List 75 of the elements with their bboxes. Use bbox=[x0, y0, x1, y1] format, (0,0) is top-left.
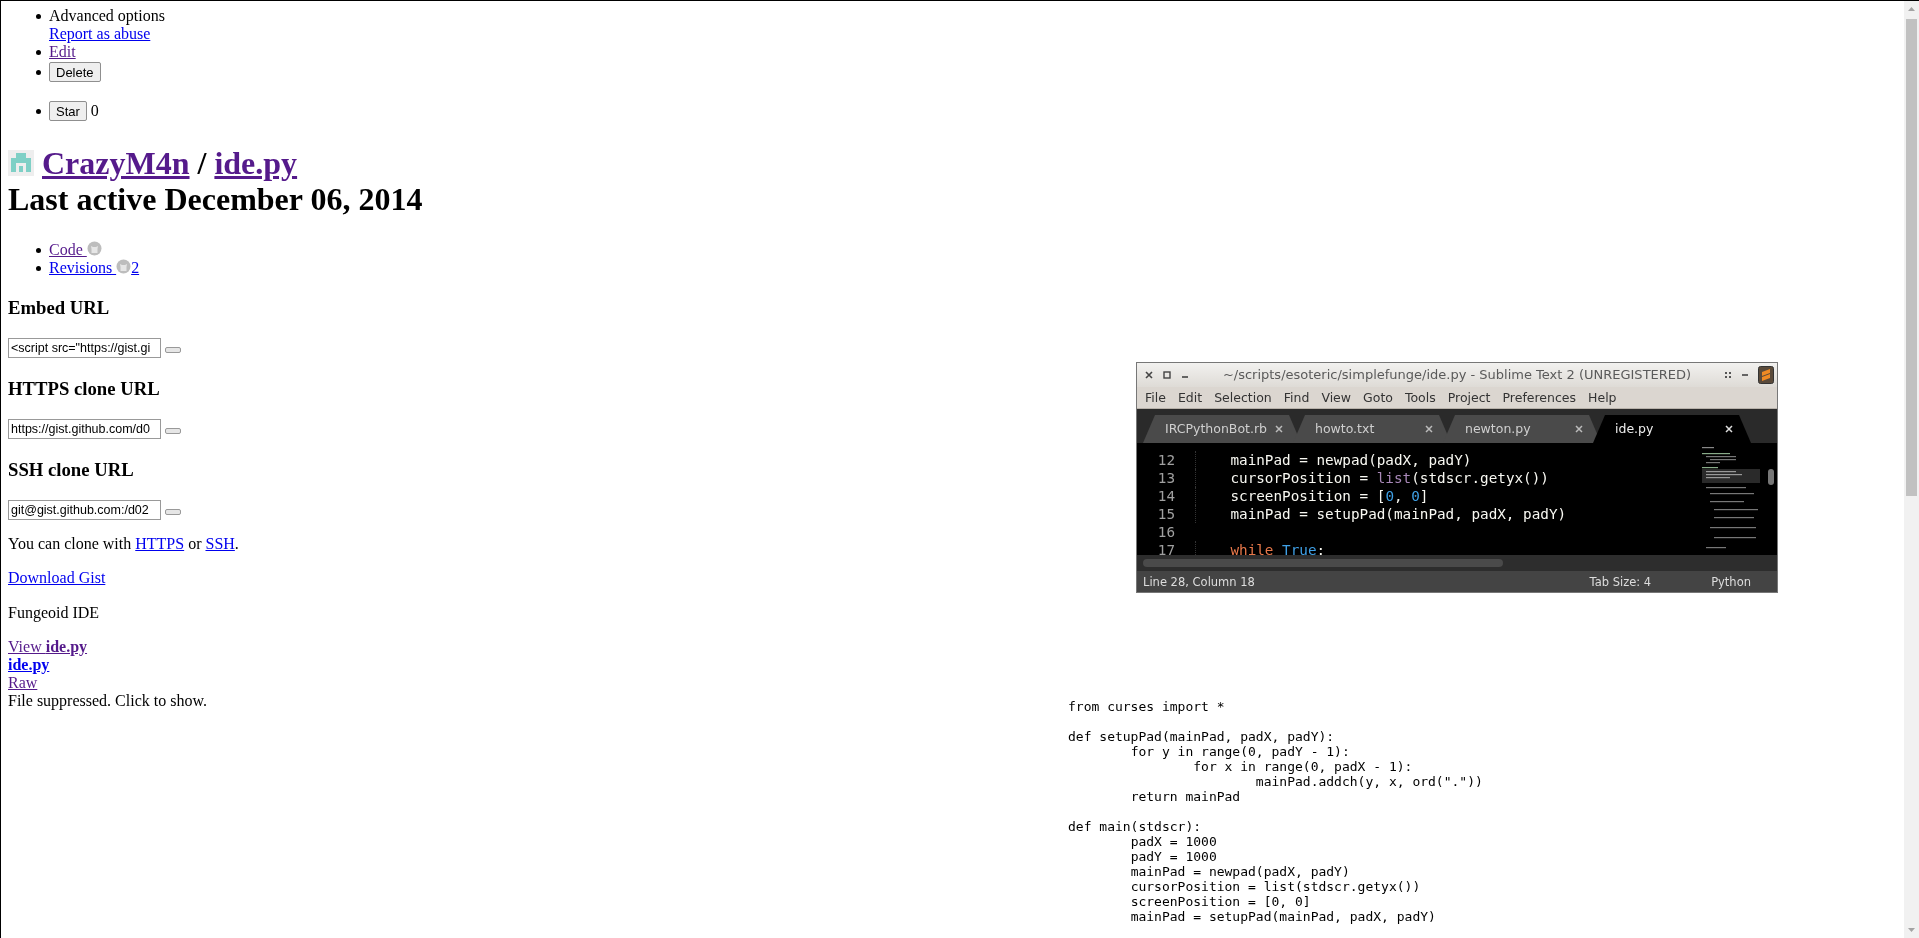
menu-item[interactable]: Find bbox=[1277, 388, 1316, 407]
input-field[interactable]: git@gist.github.com:/d02 bbox=[8, 500, 161, 520]
last-active-heading: Last active December 06, 2014 bbox=[8, 181, 424, 217]
menu-item[interactable]: Help bbox=[1582, 388, 1623, 407]
raw-link[interactable]: Raw bbox=[8, 674, 38, 692]
view-file-link[interactable]: View ide.py bbox=[8, 638, 88, 656]
code-line: cursorPosition = list(stdscr.getyx()) bbox=[1195, 469, 1549, 487]
bullet-icon bbox=[36, 14, 41, 19]
section-heading: SSH clone URL bbox=[8, 459, 134, 481]
edit-link[interactable]: Edit bbox=[49, 43, 76, 61]
copy-button[interactable] bbox=[165, 347, 181, 353]
nav-link[interactable]: Revisions 2 bbox=[49, 259, 140, 277]
menu-item[interactable]: File bbox=[1139, 388, 1172, 407]
file-name-link[interactable]: ide.py bbox=[8, 656, 50, 674]
line-number: 12 bbox=[1156, 451, 1175, 469]
owner-link[interactable]: CrazyM4n bbox=[42, 145, 190, 181]
bullet-icon bbox=[36, 50, 41, 55]
advanced-options-label: Advanced options bbox=[49, 7, 165, 24]
maximize-icon bbox=[1162, 370, 1172, 380]
file-title-link[interactable]: ide.py bbox=[214, 145, 298, 181]
close-icon bbox=[1425, 425, 1433, 433]
copy-button[interactable] bbox=[165, 509, 181, 515]
menu-item[interactable]: Project bbox=[1441, 388, 1497, 407]
clone-protocol-link[interactable]: SSH bbox=[205, 535, 235, 552]
clone-protocol-link[interactable]: HTTPS bbox=[135, 535, 185, 552]
line-number: 13 bbox=[1156, 469, 1175, 487]
input-field[interactable]: https://gist.github.com/d0 bbox=[8, 419, 161, 439]
window-title: ~/scripts/esoteric/simplefunge/ide.py - Sublime Text 2 (UNREGISTERED) bbox=[1221, 366, 1693, 384]
star-count: 0 bbox=[90, 101, 99, 121]
section-heading: Embed URL bbox=[8, 297, 110, 319]
cursor-position: Line 28, Column 18 bbox=[1143, 573, 1255, 591]
scrollbar[interactable] bbox=[1904, 1, 1919, 938]
scrollbar[interactable] bbox=[1143, 559, 1503, 567]
close-icon bbox=[1725, 425, 1733, 433]
nav-link[interactable]: Code bbox=[49, 241, 102, 259]
code-line: screenPosition = [0, 0] bbox=[1195, 487, 1429, 505]
line-number: 17 bbox=[1156, 541, 1175, 555]
close-icon bbox=[1575, 425, 1583, 433]
editor-tab[interactable]: ide.py bbox=[1593, 415, 1751, 443]
delete-button[interactable]: Delete bbox=[49, 62, 101, 82]
file-notice: File suppressed. Click to show. bbox=[8, 692, 207, 710]
close-icon bbox=[1275, 425, 1283, 433]
star-button[interactable]: Star bbox=[49, 101, 87, 121]
line-number: 16 bbox=[1156, 523, 1175, 541]
line-number: 15 bbox=[1156, 505, 1175, 523]
bullet-icon bbox=[36, 266, 41, 271]
bullet-icon bbox=[36, 248, 41, 253]
menu-item[interactable]: Selection bbox=[1208, 388, 1278, 407]
tab-size-label[interactable]: Tab Size: 4 bbox=[1589, 572, 1652, 591]
gist-description: Fungeoid IDE bbox=[8, 604, 100, 622]
grip-icon bbox=[1724, 371, 1732, 379]
menu-item[interactable]: Preferences bbox=[1496, 388, 1583, 407]
menu-item[interactable]: Edit bbox=[1171, 388, 1209, 407]
bullet-icon bbox=[36, 70, 41, 75]
clone-note: You can clone with HTTPS or SSH. bbox=[8, 535, 239, 553]
bullet-icon bbox=[36, 109, 41, 114]
syntax-label[interactable]: Python bbox=[1711, 572, 1751, 591]
circle-icon bbox=[86, 241, 102, 256]
report-abuse-link[interactable]: Report as abuse bbox=[49, 25, 151, 43]
copy-button[interactable] bbox=[165, 428, 181, 434]
circle-icon bbox=[116, 259, 132, 274]
menu-item[interactable]: Tools bbox=[1398, 388, 1442, 407]
download-link[interactable]: Download Gist bbox=[8, 569, 106, 586]
avatar-icon bbox=[8, 150, 34, 176]
line-number: 14 bbox=[1156, 487, 1175, 505]
menu-item[interactable]: Goto bbox=[1357, 388, 1399, 407]
input-field[interactable]: <script src="https://gist.gi bbox=[8, 338, 161, 358]
path-separator: / bbox=[197, 145, 207, 181]
menu-item[interactable]: View bbox=[1315, 388, 1358, 407]
code-line: mainPad = setupPad(mainPad, padX, padY) bbox=[1195, 505, 1567, 523]
code-line: mainPad = newpad(padX, padY) bbox=[1195, 451, 1472, 469]
close-icon bbox=[1144, 370, 1154, 380]
code-listing: from curses import * def setupPad(mainPad, padX, padY): for y in range(0, padY - 1): for x in range(0, padX - 1): mainPad.addch(y, x, ord(".")) return mainPad def main(stdscr): padX = 1000 padY = 1000 mainPad = newpad(padX, padY) cursorPosition = list(stdscr.getyx()) screenPosition = [0, 0] mainPad = setupPad(mainPad, padX, padY) bbox=[1068, 699, 1483, 924]
section-heading: HTTPS clone URL bbox=[8, 378, 160, 400]
app-icon bbox=[1758, 366, 1774, 384]
